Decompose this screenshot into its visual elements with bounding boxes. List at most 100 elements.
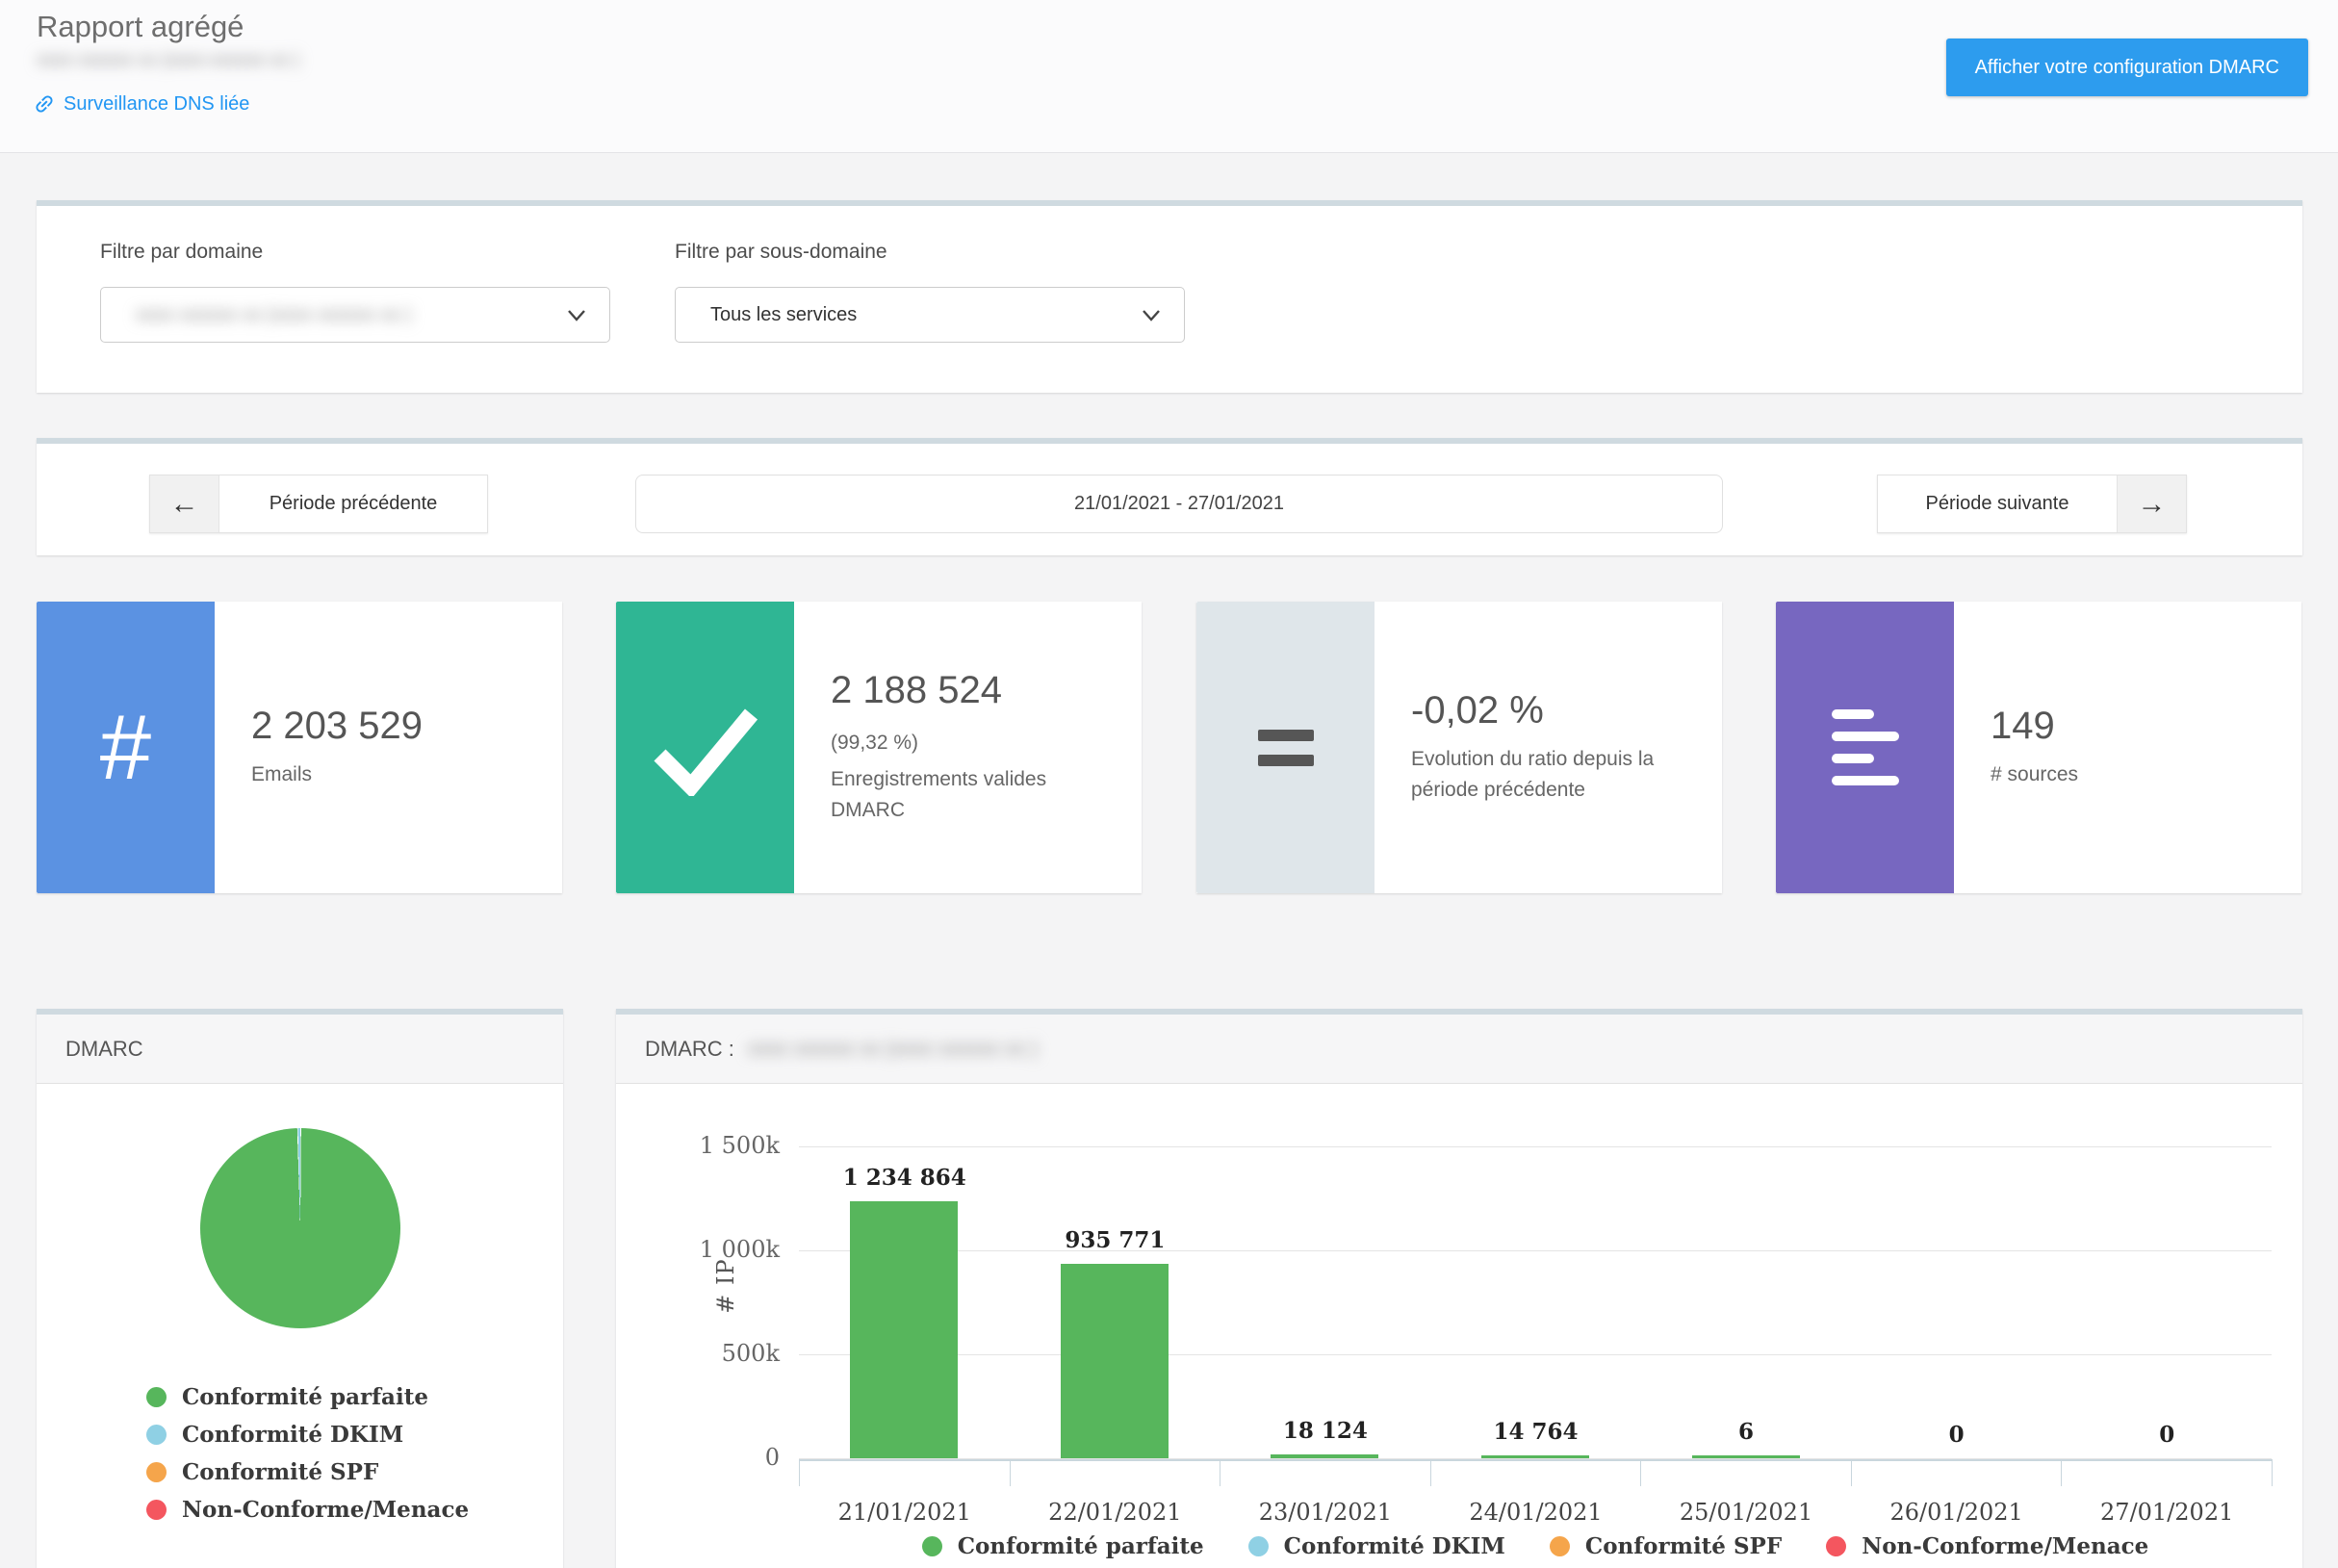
legend-dot-icon	[922, 1536, 942, 1556]
redacted-bar-panel-domain: xxxx xxxxxx xx (xxxx xxxxxx xx )	[748, 1038, 1038, 1061]
subdomain-filter-select[interactable]: Tous les services	[675, 287, 1185, 343]
domain-filter-select[interactable]: xxxx xxxxxx xx (xxxx xxxxxx xx )	[100, 287, 610, 343]
legend-label: Conformité parfaite	[958, 1533, 1204, 1559]
bar-value-label: 18 124	[1220, 1418, 1430, 1444]
subdomain-filter-value: Tous les services	[710, 304, 1142, 326]
pie-chart-area: Conformité parfaite Conformité DKIM Confor…	[37, 1090, 563, 1568]
page-title: Rapport agrégé	[37, 10, 244, 44]
equals-icon	[1196, 602, 1375, 893]
pie-legend: Conformité parfaite Conformité DKIM Confor…	[146, 1378, 469, 1529]
arrow-right-icon: →	[2117, 476, 2186, 532]
dmarc-pie-chart[interactable]	[200, 1128, 400, 1328]
bar-legend-item[interactable]: Conformité SPF	[1550, 1530, 1782, 1561]
bar-value-label: 0	[1851, 1422, 2062, 1448]
list-icon	[1776, 602, 1954, 893]
legend-dot-icon	[146, 1387, 167, 1407]
legend-label: Conformité DKIM	[182, 1422, 403, 1448]
x-axis-tick-label: 22/01/2021	[1010, 1499, 1220, 1526]
chevron-down-icon	[1142, 309, 1161, 321]
domain-filter-value: xxxx xxxxxx xx (xxxx xxxxxx xx )	[136, 304, 567, 326]
legend-dot-icon	[146, 1462, 167, 1482]
period-date-range-field[interactable]: 21/01/2021 - 27/01/2021	[635, 475, 1723, 533]
emails-count: 2 203 529	[251, 705, 539, 748]
pie-legend-item[interactable]: Non-Conforme/Menace	[146, 1491, 469, 1529]
y-axis-tick-label: 500k	[664, 1340, 780, 1367]
redacted-domain-subtitle: xxxx xxxxxx xx (xxxx-xxxxxx xx )	[37, 50, 299, 71]
bar-value-label: 935 771	[1010, 1227, 1220, 1253]
y-axis-tick-label: 1 500k	[664, 1132, 780, 1159]
x-axis-tick-label: 25/01/2021	[1641, 1499, 1852, 1526]
stat-card-ratio-evolution: -0,02 % Evolution du ratio depuis la pér…	[1196, 602, 1722, 893]
legend-label: Conformité SPF	[182, 1459, 378, 1485]
legend-label: Conformité SPF	[1585, 1533, 1782, 1559]
pie-legend-item[interactable]: Conformité SPF	[146, 1453, 469, 1491]
legend-dot-icon	[1550, 1536, 1570, 1556]
bar-legend-item[interactable]: Conformité DKIM	[1248, 1530, 1505, 1561]
legend-dot-icon	[146, 1500, 167, 1520]
top-header: Rapport agrégé xxxx xxxxxx xx (xxxx-xxxx…	[0, 0, 2338, 153]
bar-chart-legend: Conformité parfaite Conformité DKIM Confor…	[799, 1530, 2272, 1561]
x-axis-line	[799, 1459, 2272, 1461]
pie-panel-title: DMARC	[37, 1015, 563, 1084]
legend-dot-icon	[1826, 1536, 1846, 1556]
domain-filter-group: Filtre par domaine xxxx xxxxxx xx (xxxx …	[100, 241, 610, 343]
x-axis-tick-label: 24/01/2021	[1430, 1499, 1641, 1526]
bar[interactable]	[1271, 1454, 1378, 1458]
sources-label: # sources	[1991, 759, 2278, 790]
bar-value-label: 6	[1641, 1419, 1852, 1445]
pie-legend-item[interactable]: Conformité DKIM	[146, 1416, 469, 1453]
x-axis-tick-label: 26/01/2021	[1851, 1499, 2062, 1526]
bar-value-label: 0	[2062, 1422, 2273, 1448]
legend-label: Conformité DKIM	[1284, 1533, 1505, 1559]
x-axis-tick-label: 27/01/2021	[2062, 1499, 2273, 1526]
legend-label: Conformité parfaite	[182, 1384, 428, 1410]
valid-dmarc-percent: (99,32 %)	[831, 728, 1118, 758]
next-period-button[interactable]: Période suivante →	[1877, 475, 2187, 533]
previous-period-label: Période précédente	[219, 476, 487, 532]
stat-card-valid-dmarc: 2 188 524 (99,32 %) Enregistrements vali…	[616, 602, 1142, 893]
hash-icon: #	[37, 602, 215, 893]
dns-monitoring-link[interactable]: Surveillance DNS liée	[33, 92, 249, 116]
show-dmarc-config-button[interactable]: Afficher votre configuration DMARC	[1946, 39, 2308, 96]
bar[interactable]	[1061, 1264, 1169, 1458]
ratio-evolution-label: Evolution du ratio depuis la période pré…	[1411, 744, 1699, 806]
arrow-left-icon: ←	[150, 476, 219, 532]
subdomain-filter-group: Filtre par sous-domaine Tous les service…	[675, 241, 1185, 343]
sources-count: 149	[1991, 705, 2278, 748]
ratio-evolution-value: -0,02 %	[1411, 689, 1699, 733]
x-axis-tickmark	[1851, 1459, 1852, 1486]
gridline	[799, 1146, 2272, 1147]
bar-legend-item[interactable]: Non-Conforme/Menace	[1826, 1530, 2148, 1561]
filters-card: Filtre par domaine xxxx xxxxxx xx (xxxx …	[37, 200, 2302, 393]
bar[interactable]	[1692, 1455, 1800, 1458]
y-axis-tick-label: 1 000k	[664, 1236, 780, 1263]
subdomain-filter-label: Filtre par sous-domaine	[675, 241, 1185, 264]
gridline	[799, 1354, 2272, 1355]
period-navigation-card: ← Période précédente 21/01/2021 - 27/01/…	[37, 438, 2302, 555]
y-axis-tick-label: 0	[664, 1444, 780, 1471]
dmarc-bar-panel: DMARC : xxxx xxxxxx xx (xxxx xxxxxx xx )…	[616, 1009, 2302, 1568]
x-axis-tickmark	[2272, 1459, 2273, 1486]
x-axis-tick-label: 23/01/2021	[1220, 1499, 1430, 1526]
x-axis-tickmark	[1640, 1459, 1641, 1486]
bar-legend-item[interactable]: Conformité parfaite	[922, 1530, 1204, 1561]
bar-value-label: 1 234 864	[799, 1165, 1010, 1191]
bar-value-label: 14 764	[1430, 1419, 1641, 1445]
next-period-label: Période suivante	[1878, 476, 2117, 532]
checkmark-icon	[616, 602, 794, 893]
bar[interactable]	[1481, 1455, 1589, 1458]
valid-dmarc-count: 2 188 524	[831, 669, 1118, 712]
x-axis-tickmark	[799, 1459, 800, 1486]
legend-label: Non-Conforme/Menace	[1862, 1533, 2148, 1559]
legend-label: Non-Conforme/Menace	[182, 1497, 469, 1523]
pie-legend-item[interactable]: Conformité parfaite	[146, 1378, 469, 1416]
x-axis-tickmark	[1430, 1459, 1431, 1486]
previous-period-button[interactable]: ← Période précédente	[149, 475, 488, 533]
dns-monitoring-link-label: Surveillance DNS liée	[64, 93, 249, 116]
link-icon	[33, 92, 56, 116]
legend-dot-icon	[146, 1425, 167, 1445]
bar-chart-area: # IP Conformité parfaiteConformité DKIMC…	[616, 1090, 2302, 1568]
bar-panel-title: DMARC :	[645, 1037, 734, 1062]
bar[interactable]	[850, 1201, 958, 1458]
x-axis-tickmark	[1010, 1459, 1011, 1486]
